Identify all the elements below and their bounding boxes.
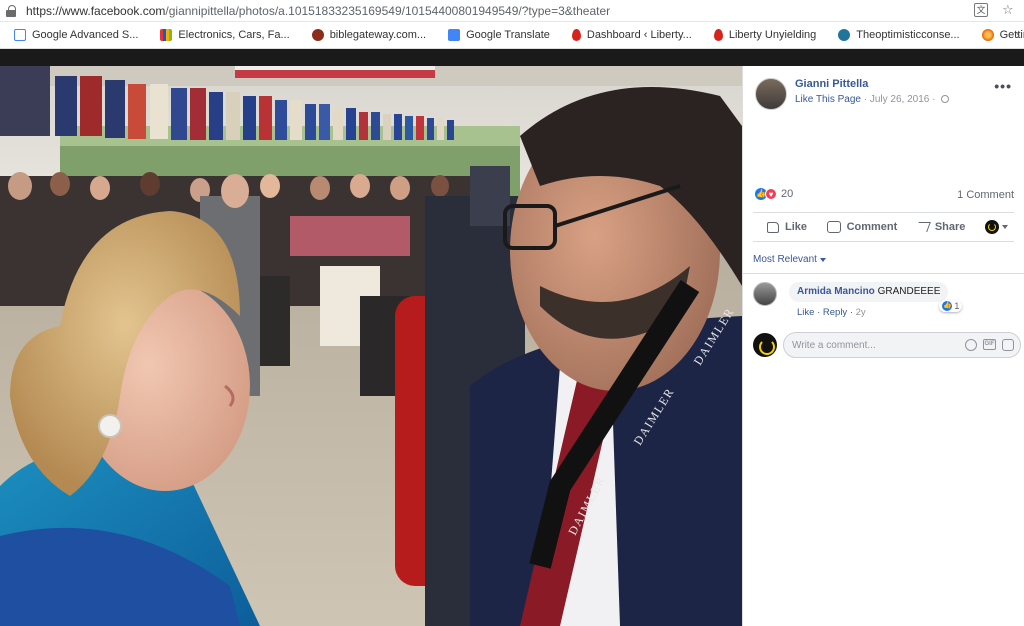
reaction-summary[interactable]: 👍 ♥ 20 <box>755 188 793 200</box>
comment-item: Armida Mancino GRANDEEEE 👍 1 Like · Repl… <box>753 282 963 318</box>
write-comment-row: Write a comment... GIF <box>753 332 1021 358</box>
bookmark-label: Theoptimisticconse... <box>856 29 960 41</box>
share-arrow-icon <box>915 222 931 232</box>
comment-reaction-count: 1 <box>954 301 960 311</box>
author-avatar[interactable] <box>755 78 787 110</box>
url-domain: https://www.facebook.com <box>26 3 166 18</box>
love-reaction-icon: ♥ <box>765 188 777 200</box>
author-name[interactable]: Gianni Pittella <box>795 78 949 90</box>
post-photo[interactable]: DAIMLER DAIMLER DAIMLER <box>0 66 742 626</box>
chevron-down-icon <box>1001 225 1008 229</box>
google-translate-icon <box>448 29 461 41</box>
gif-icon[interactable]: GIF <box>983 339 996 350</box>
bookmarks-overflow-icon[interactable]: › <box>1016 28 1020 42</box>
post-action-bar: Like Comment Share <box>753 212 1014 242</box>
wordpress-icon <box>838 29 851 41</box>
comment-like-link[interactable]: Like <box>797 307 814 318</box>
ebay-icon <box>160 29 173 41</box>
bookmark-item[interactable]: Google Translate <box>448 29 550 41</box>
bookmark-label: Google Translate <box>466 29 550 41</box>
bookmark-label: Liberty Unyielding <box>728 29 817 41</box>
firefox-icon <box>981 29 994 41</box>
emoji-icon[interactable] <box>965 339 977 351</box>
bookmark-item[interactable]: biblegateway.com... <box>311 29 427 41</box>
like-label: Like <box>785 221 808 233</box>
bookmark-label: biblegateway.com... <box>329 29 427 41</box>
bookmark-label: Dashboard ‹ Liberty... <box>586 29 692 41</box>
like-reaction-icon: 👍 <box>942 301 953 311</box>
comment-bubble: Armida Mancino GRANDEEEE 👍 1 <box>789 282 963 312</box>
lock-icon <box>6 4 18 17</box>
google-icon <box>14 29 26 41</box>
post-header: Gianni Pittella Like This Page · July 26… <box>755 78 950 110</box>
divider <box>743 273 1024 274</box>
comment-input-placeholder: Write a comment... <box>792 339 876 351</box>
biblegateway-icon <box>311 29 324 41</box>
commenter-avatar[interactable] <box>753 282 777 306</box>
translate-icon[interactable]: 文 <box>974 3 988 17</box>
meta-separator: · <box>863 94 868 105</box>
bookmark-item[interactable]: Google Advanced S... <box>14 29 138 41</box>
posting-as-selector[interactable] <box>984 220 1008 234</box>
url-text[interactable]: https://www.facebook.com/giannipittella/… <box>26 4 610 18</box>
comment-text: GRANDEEEE <box>877 286 941 297</box>
post-date[interactable]: July 26, 2016 <box>870 94 930 105</box>
comment-label: Comment <box>846 221 898 233</box>
address-bar[interactable]: https://www.facebook.com/giannipittella/… <box>0 0 1024 22</box>
sticker-icon[interactable] <box>1002 339 1014 351</box>
comment-sort-dropdown[interactable]: Most Relevant <box>753 254 826 265</box>
like-page-link[interactable]: Like This Page <box>795 94 861 105</box>
bookmark-label: Electronics, Cars, Fa... <box>178 29 290 41</box>
comment-bubble-icon <box>826 221 841 233</box>
share-button[interactable]: Share <box>915 221 966 233</box>
chevron-down-icon <box>819 257 826 262</box>
bookmarks-bar: Google Advanced S... Electronics, Cars, … <box>0 22 1024 49</box>
bookmark-item[interactable]: Electronics, Cars, Fa... <box>160 29 290 41</box>
like-button[interactable]: Like <box>767 221 807 233</box>
share-label: Share <box>934 221 966 233</box>
user-avatar-icon <box>984 220 999 234</box>
bookmark-item[interactable]: Liberty Unyielding <box>713 29 817 41</box>
meta-separator: · <box>817 307 821 318</box>
commenter-name[interactable]: Armida Mancino <box>797 286 875 297</box>
sort-label: Most Relevant <box>753 254 817 265</box>
photo-illustration: DAIMLERDAIMLERDAIMLER <box>0 66 742 626</box>
comment-button[interactable]: Comment <box>826 221 898 233</box>
post-side-panel: Gianni Pittella Like This Page · July 26… <box>742 66 1024 626</box>
current-user-avatar <box>753 333 777 357</box>
bookmark-star-icon[interactable]: ☆ <box>1002 3 1016 17</box>
meta-separator: · <box>932 94 936 105</box>
bookmark-item[interactable]: Dashboard ‹ Liberty... <box>571 29 692 41</box>
globe-icon <box>941 95 950 104</box>
comment-reply-link[interactable]: Reply <box>823 307 847 318</box>
comment-reaction-badge[interactable]: 👍 1 <box>939 300 963 312</box>
flame-icon <box>713 29 723 41</box>
comment-count[interactable]: 1 Comment <box>957 189 1014 201</box>
more-options-icon[interactable]: ••• <box>994 78 1012 94</box>
thumbs-up-icon <box>767 221 779 233</box>
flame-icon <box>571 29 581 41</box>
meta-separator: · <box>849 307 853 318</box>
theater-top-strip <box>0 49 1024 66</box>
url-path: /giannipittella/photos/a.101518332351695… <box>165 3 611 18</box>
comment-time[interactable]: 2y <box>856 307 866 318</box>
bookmark-item[interactable]: Theoptimisticconse... <box>838 29 960 41</box>
comment-input[interactable]: Write a comment... GIF <box>783 332 1021 358</box>
reaction-count: 20 <box>781 188 794 200</box>
bookmark-label: Google Advanced S... <box>32 29 139 41</box>
bookmark-label: Getting Started <box>999 29 1024 41</box>
